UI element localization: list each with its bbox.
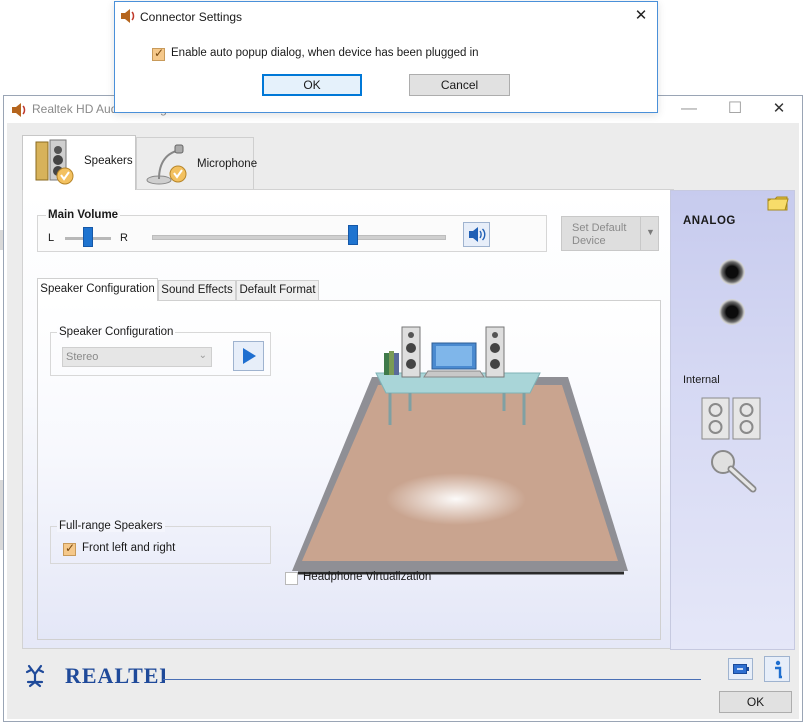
auto-popup-checkbox[interactable] [152, 46, 165, 61]
play-test-button[interactable] [233, 341, 264, 371]
speaker-room-illustration [292, 326, 628, 575]
speaker-app-icon [121, 9, 135, 23]
auto-popup-label: Enable auto popup dialog, when device ha… [171, 47, 479, 59]
volume-slider-track[interactable] [152, 235, 446, 240]
speaker-configuration-label: Speaker Configuration [57, 326, 176, 338]
set-default-device-label: Set Default Device [572, 222, 627, 247]
analog-connector-panel: ANALOG Internal [670, 190, 795, 650]
speaker-configuration-value: Stereo [66, 351, 99, 363]
headphone-virtualization-label: Headphone Virtualization [303, 571, 432, 583]
dialog-title: Connector Settings [140, 10, 243, 24]
audio-jack-2[interactable] [719, 299, 745, 325]
main-volume-label: Main Volume [46, 209, 121, 221]
balance-right-label: R [120, 232, 128, 244]
set-default-device-button[interactable]: Set Default Device ▼ [561, 216, 659, 251]
ok-button[interactable]: OK [719, 691, 792, 713]
maximize-button[interactable]: ☐ [712, 96, 758, 123]
microphone-icon [146, 144, 187, 185]
analog-title: ANALOG [683, 215, 736, 227]
bottom-divider [163, 679, 701, 680]
speaker-configuration-select[interactable]: Stereo ⌄ [62, 347, 212, 367]
front-left-right-checkbox[interactable] [63, 541, 76, 556]
tab-default-format[interactable]: Default Format [236, 280, 319, 300]
front-left-right-label: Front left and right [82, 542, 176, 554]
speaker-volume-icon [469, 227, 486, 242]
volume-slider-thumb[interactable] [348, 225, 359, 245]
full-range-speakers-label: Full-range Speakers [57, 520, 165, 532]
close-button[interactable]: ✕ [756, 96, 802, 123]
mute-button[interactable] [463, 222, 490, 247]
laptop [423, 342, 485, 378]
dialog-close-button[interactable]: ✕ [623, 2, 659, 32]
realtek-brand-text: REALTEK [65, 663, 165, 688]
internal-microphone-icon[interactable] [709, 449, 759, 493]
device-tab-speakers[interactable]: Speakers [22, 135, 136, 190]
device-tab-microphone[interactable]: Microphone [136, 137, 258, 189]
tab-sound-effects[interactable]: Sound Effects [158, 280, 236, 300]
folder-icon[interactable] [767, 194, 789, 212]
speaker-app-icon [12, 103, 26, 117]
main-volume-group: Main Volume L R [37, 209, 547, 252]
speaker-configuration-group: Speaker Configuration Stereo ⌄ [50, 326, 271, 376]
info-icon [775, 660, 782, 679]
speakers-icon [35, 139, 74, 185]
balance-slider-thumb[interactable] [83, 227, 93, 247]
chevron-down-icon: ⌄ [198, 350, 207, 361]
right-speaker [485, 326, 505, 378]
tab-speaker-configuration[interactable]: Speaker Configuration [37, 278, 158, 301]
left-speaker [401, 326, 421, 378]
internal-speakers-icon[interactable] [701, 397, 761, 441]
minimize-button[interactable]: — [666, 96, 712, 123]
info-button[interactable] [764, 656, 790, 682]
connector-settings-dialog: Connector Settings ✕ Enable auto popup d… [114, 1, 658, 113]
battery-button[interactable] [728, 658, 753, 680]
full-range-speakers-group: Full-range Speakers Front left and right [50, 520, 271, 564]
play-icon [243, 348, 256, 364]
headphone-virtualization-checkbox[interactable] [285, 572, 298, 585]
audio-jack-1[interactable] [719, 259, 745, 285]
balance-left-label: L [48, 232, 55, 244]
speaker-configuration-panel: Speaker Configuration Stereo ⌄ Full-rang… [37, 300, 661, 640]
realtek-logo: REALTEK [25, 663, 165, 688]
speakers-content-panel: Main Volume L R Set Default Device ▼ Spe… [22, 189, 674, 649]
set-default-dropdown-arrow[interactable]: ▼ [640, 217, 660, 250]
internal-label: Internal [683, 374, 720, 386]
device-tab-label: Speakers [84, 155, 133, 167]
chevron-down-icon: ▼ [646, 227, 655, 237]
battery-icon [733, 664, 749, 674]
dialog-ok-button[interactable]: OK [262, 74, 362, 96]
dialog-cancel-button[interactable]: Cancel [409, 74, 510, 96]
device-tab-label: Microphone [197, 158, 258, 170]
sound-glow [386, 473, 526, 525]
